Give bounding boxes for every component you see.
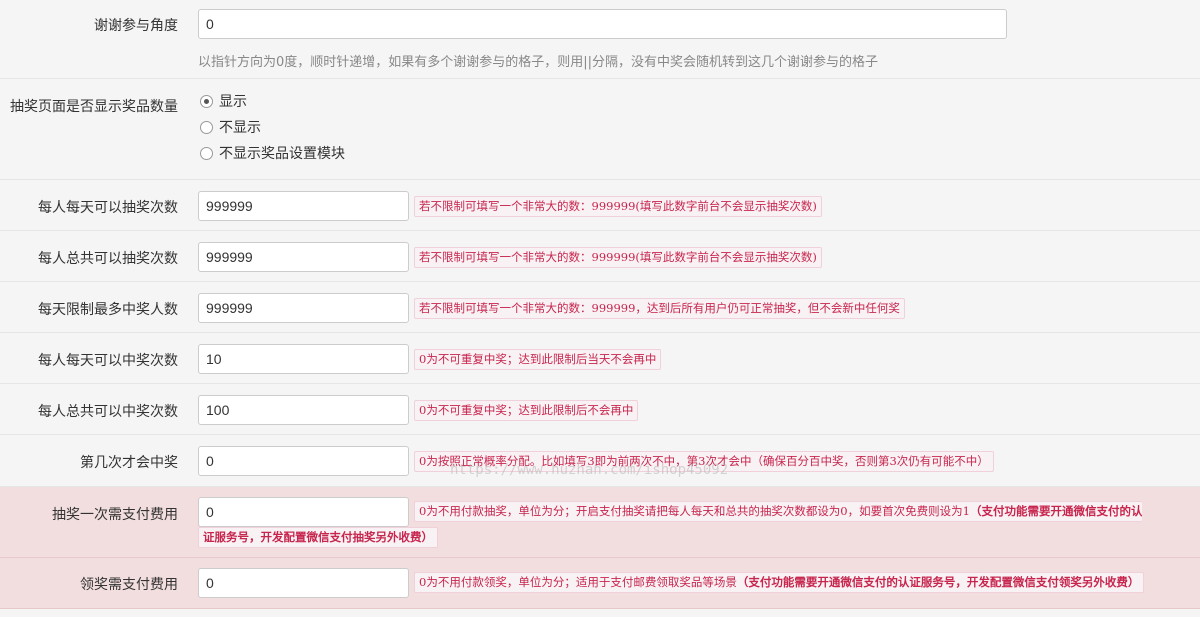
field-label: 每人总共可以中奖次数 [38, 404, 178, 420]
field-label: 每天限制最多中奖人数 [38, 302, 178, 318]
radio-option-hide-module[interactable]: 不显示奖品设置模块 [200, 143, 345, 163]
hint-note: 0为不可重复中奖；达到此限制后当天不会再中 [414, 349, 662, 370]
field-label: 每人每天可以中奖次数 [38, 353, 178, 369]
hint-note: 若不限制可填写一个非常大的数：999999(填写此数字前台不会显示抽奖次数) [414, 247, 822, 268]
form-row-draw-fee: 抽奖一次需支付费用 0 0为不用付款抽奖，单位为分；开启支付抽奖请把每人每天和总… [0, 487, 1200, 558]
help-text: 以指针方向为0度，顺时针递增，如果有多个谢谢参与的格子，则用||分隔，没有中奖会… [198, 55, 879, 70]
daily-winner-limit-input[interactable]: 999999 [198, 293, 409, 323]
watermark-text: https://www.huzhan.com/ishop45092 [450, 462, 729, 478]
note-plain-text: 0为不用付款抽奖，单位为分；开启支付抽奖请把每人每天和总共的抽奖次数都设为0，如… [419, 504, 970, 518]
field-label: 每人每天可以抽奖次数 [38, 200, 178, 216]
field-label: 谢谢参与角度 [94, 18, 178, 34]
field-label: 第几次才会中奖 [80, 455, 178, 471]
form-row-nth-win: 第几次才会中奖 0 0为按照正常概率分配。比如填写3即为前两次不中，第3次才会中… [0, 435, 1200, 487]
form-row-show-prize-count: 抽奖页面是否显示奖品数量 显示 不显示 不显示奖品设置模块 [0, 79, 1200, 180]
form-row-total-wins: 每人总共可以中奖次数 100 0为不可重复中奖；达到此限制后不会再中 [0, 384, 1200, 435]
form-row-total-draws: 每人总共可以抽奖次数 999999 若不限制可填写一个非常大的数：999999(… [0, 231, 1200, 282]
total-wins-input[interactable]: 100 [198, 395, 409, 425]
hint-note-continued: 证服务号，开发配置微信支付抽奖另外收费） [198, 527, 438, 548]
claim-fee-input[interactable]: 0 [198, 568, 409, 598]
form-row-daily-wins: 每人每天可以中奖次数 10 0为不可重复中奖；达到此限制后当天不会再中 [0, 333, 1200, 384]
hint-note: 若不限制可填写一个非常大的数：999999，达到后所有用户仍可正常抽奖，但不会新… [414, 298, 905, 319]
radio-button-checked[interactable] [200, 94, 213, 108]
note-plain-text: 0为不用付款领奖，单位为分；适用于支付邮费领取奖品等场景 [419, 575, 737, 589]
total-draws-input[interactable]: 999999 [198, 242, 409, 272]
form-row-claim-fee: 领奖需支付费用 0 0为不用付款领奖，单位为分；适用于支付邮费领取奖品等场景（支… [0, 558, 1200, 609]
field-label: 抽奖一次需支付费用 [52, 507, 178, 523]
note-bold-text: 证服务号，开发配置微信支付抽奖另外收费） [203, 530, 433, 544]
form-row-daily-winner-limit: 每天限制最多中奖人数 999999 若不限制可填写一个非常大的数：999999，… [0, 282, 1200, 333]
radio-option-show[interactable]: 显示 [200, 91, 247, 111]
radio-label: 不显示奖品设置模块 [219, 146, 345, 162]
hint-note: 若不限制可填写一个非常大的数：999999(填写此数字前台不会显示抽奖次数) [414, 196, 822, 217]
radio-option-hide[interactable]: 不显示 [200, 117, 261, 137]
radio-button[interactable] [200, 120, 213, 134]
field-label: 领奖需支付费用 [80, 577, 178, 593]
note-bold-text: （支付功能需要开通微信支付的认 [969, 504, 1143, 518]
hint-note: 0为不用付款抽奖，单位为分；开启支付抽奖请把每人每天和总共的抽奖次数都设为0，如… [414, 501, 1143, 522]
field-label: 抽奖页面是否显示奖品数量 [10, 99, 178, 115]
field-label: 每人总共可以抽奖次数 [38, 251, 178, 267]
hint-note: 0为不可重复中奖；达到此限制后不会再中 [414, 400, 639, 421]
daily-draws-input[interactable]: 999999 [198, 191, 409, 221]
form-row-thanks-angle: 谢谢参与角度 0 以指针方向为0度，顺时针递增，如果有多个谢谢参与的格子，则用|… [0, 0, 1200, 79]
radio-label: 不显示 [219, 120, 261, 136]
form-row-daily-draws: 每人每天可以抽奖次数 999999 若不限制可填写一个非常大的数：999999(… [0, 180, 1200, 231]
daily-wins-input[interactable]: 10 [198, 344, 409, 374]
radio-button[interactable] [200, 146, 213, 160]
thanks-angle-input[interactable]: 0 [198, 9, 1007, 39]
draw-fee-input[interactable]: 0 [198, 497, 409, 527]
nth-win-input[interactable]: 0 [198, 446, 409, 476]
radio-label: 显示 [219, 94, 247, 110]
hint-note: 0为不用付款领奖，单位为分；适用于支付邮费领取奖品等场景（支付功能需要开通微信支… [414, 572, 1145, 593]
note-bold-text: （支付功能需要开通微信支付的认证服务号，开发配置微信支付领奖另外收费） [736, 575, 1140, 589]
